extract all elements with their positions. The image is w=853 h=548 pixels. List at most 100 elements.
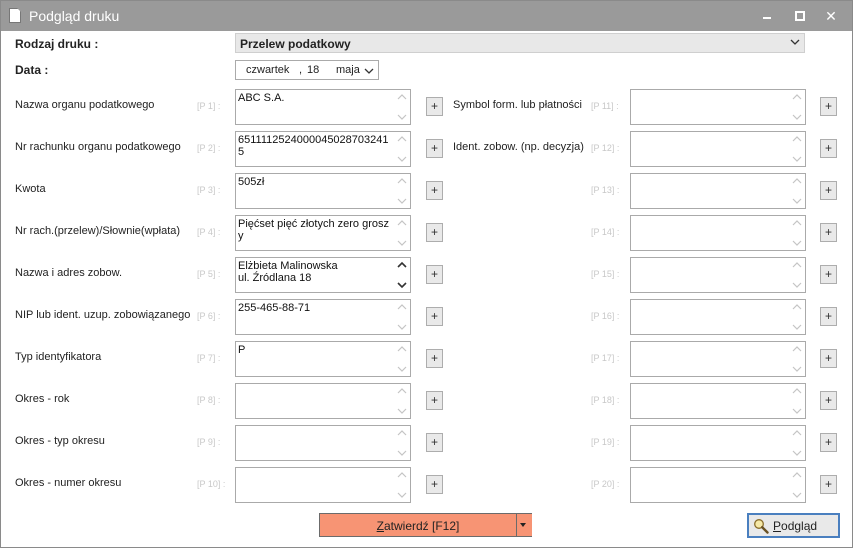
scroll-down-icon[interactable] [792, 323, 802, 331]
field-textarea[interactable] [630, 425, 806, 461]
scroll-down-icon[interactable] [792, 407, 802, 415]
add-button[interactable]: + [426, 349, 443, 368]
scrollbar[interactable] [394, 426, 410, 460]
scrollbar[interactable] [789, 384, 805, 418]
field-textarea[interactable]: Elżbieta Malinowska ul. Źródlana 18 [235, 257, 411, 293]
add-button[interactable]: + [820, 97, 837, 116]
add-button[interactable]: + [426, 475, 443, 494]
title-bar[interactable]: Podgląd druku ✕ [1, 1, 852, 31]
scrollbar[interactable] [789, 342, 805, 376]
maximize-button[interactable] [785, 5, 813, 27]
print-type-select[interactable]: Przelew podatkowy [235, 33, 805, 53]
field-textarea[interactable] [235, 383, 411, 419]
confirm-dropdown-button[interactable] [516, 514, 532, 536]
chevron-down-icon[interactable] [364, 66, 374, 76]
add-button[interactable]: + [426, 391, 443, 410]
scroll-down-icon[interactable] [397, 113, 407, 121]
field-textarea[interactable]: ABC S.A. [235, 89, 411, 125]
scroll-up-icon[interactable] [397, 471, 407, 479]
scrollbar[interactable] [394, 216, 410, 250]
date-picker[interactable]: czwartek , 18 maja [235, 60, 379, 80]
scroll-up-icon[interactable] [792, 345, 802, 353]
scroll-up-icon[interactable] [792, 387, 802, 395]
scroll-up-icon[interactable] [397, 303, 407, 311]
scroll-up-icon[interactable] [397, 219, 407, 227]
add-button[interactable]: + [820, 307, 837, 326]
scrollbar[interactable] [394, 90, 410, 124]
scrollbar[interactable] [789, 90, 805, 124]
add-button[interactable]: + [426, 307, 443, 326]
scroll-down-icon[interactable] [397, 323, 407, 331]
scroll-up-icon[interactable] [792, 429, 802, 437]
scroll-down-icon[interactable] [397, 407, 407, 415]
scrollbar[interactable] [394, 174, 410, 208]
add-button[interactable]: + [426, 265, 443, 284]
scroll-up-icon[interactable] [397, 429, 407, 437]
add-button[interactable]: + [426, 433, 443, 452]
scrollbar[interactable] [394, 258, 410, 292]
add-button[interactable]: + [820, 265, 837, 284]
field-textarea[interactable]: 255-465-88-71 [235, 299, 411, 335]
scroll-up-icon[interactable] [397, 135, 407, 143]
scrollbar[interactable] [789, 174, 805, 208]
field-textarea[interactable] [630, 131, 806, 167]
add-button[interactable]: + [426, 223, 443, 242]
scroll-up-icon[interactable] [397, 345, 407, 353]
field-textarea[interactable]: P [235, 341, 411, 377]
scroll-down-icon[interactable] [792, 281, 802, 289]
add-button[interactable]: + [820, 181, 837, 200]
field-textarea[interactable] [630, 467, 806, 503]
scroll-down-icon[interactable] [792, 449, 802, 457]
scroll-up-icon[interactable] [792, 219, 802, 227]
scroll-down-icon[interactable] [792, 197, 802, 205]
scroll-up-icon[interactable] [792, 135, 802, 143]
scroll-down-icon[interactable] [397, 197, 407, 205]
scrollbar[interactable] [789, 216, 805, 250]
scroll-down-icon[interactable] [397, 281, 407, 289]
scrollbar[interactable] [789, 300, 805, 334]
scrollbar[interactable] [789, 426, 805, 460]
field-textarea[interactable]: 505zł [235, 173, 411, 209]
add-button[interactable]: + [426, 139, 443, 158]
field-textarea[interactable] [630, 89, 806, 125]
scrollbar[interactable] [394, 468, 410, 502]
field-textarea[interactable] [630, 341, 806, 377]
scrollbar[interactable] [394, 384, 410, 418]
scrollbar[interactable] [789, 258, 805, 292]
add-button[interactable]: + [820, 475, 837, 494]
field-textarea[interactable] [630, 173, 806, 209]
field-textarea[interactable] [630, 299, 806, 335]
field-textarea[interactable]: 65111125240000450287032415 [235, 131, 411, 167]
scroll-down-icon[interactable] [792, 239, 802, 247]
add-button[interactable]: + [426, 181, 443, 200]
field-textarea[interactable]: Pięćset pięć złotych zero groszy [235, 215, 411, 251]
scroll-down-icon[interactable] [792, 113, 802, 121]
scroll-down-icon[interactable] [792, 155, 802, 163]
scroll-up-icon[interactable] [792, 261, 802, 269]
field-textarea[interactable] [235, 425, 411, 461]
preview-button[interactable]: Podgląd [747, 513, 840, 538]
add-button[interactable]: + [426, 97, 443, 116]
scroll-down-icon[interactable] [397, 365, 407, 373]
minimize-button[interactable] [753, 5, 781, 27]
scroll-down-icon[interactable] [397, 155, 407, 163]
scroll-up-icon[interactable] [397, 177, 407, 185]
scroll-up-icon[interactable] [397, 261, 407, 269]
field-textarea[interactable] [235, 467, 411, 503]
add-button[interactable]: + [820, 139, 837, 158]
scrollbar[interactable] [394, 132, 410, 166]
close-button[interactable]: ✕ [817, 5, 845, 27]
scroll-up-icon[interactable] [792, 303, 802, 311]
scrollbar[interactable] [789, 468, 805, 502]
scroll-up-icon[interactable] [792, 471, 802, 479]
field-textarea[interactable] [630, 383, 806, 419]
confirm-button[interactable]: Zatwierdź [F12] [319, 513, 532, 537]
add-button[interactable]: + [820, 391, 837, 410]
scrollbar[interactable] [789, 132, 805, 166]
scroll-down-icon[interactable] [397, 491, 407, 499]
add-button[interactable]: + [820, 433, 837, 452]
scroll-up-icon[interactable] [792, 93, 802, 101]
scroll-down-icon[interactable] [397, 449, 407, 457]
scroll-up-icon[interactable] [792, 177, 802, 185]
scroll-down-icon[interactable] [792, 365, 802, 373]
